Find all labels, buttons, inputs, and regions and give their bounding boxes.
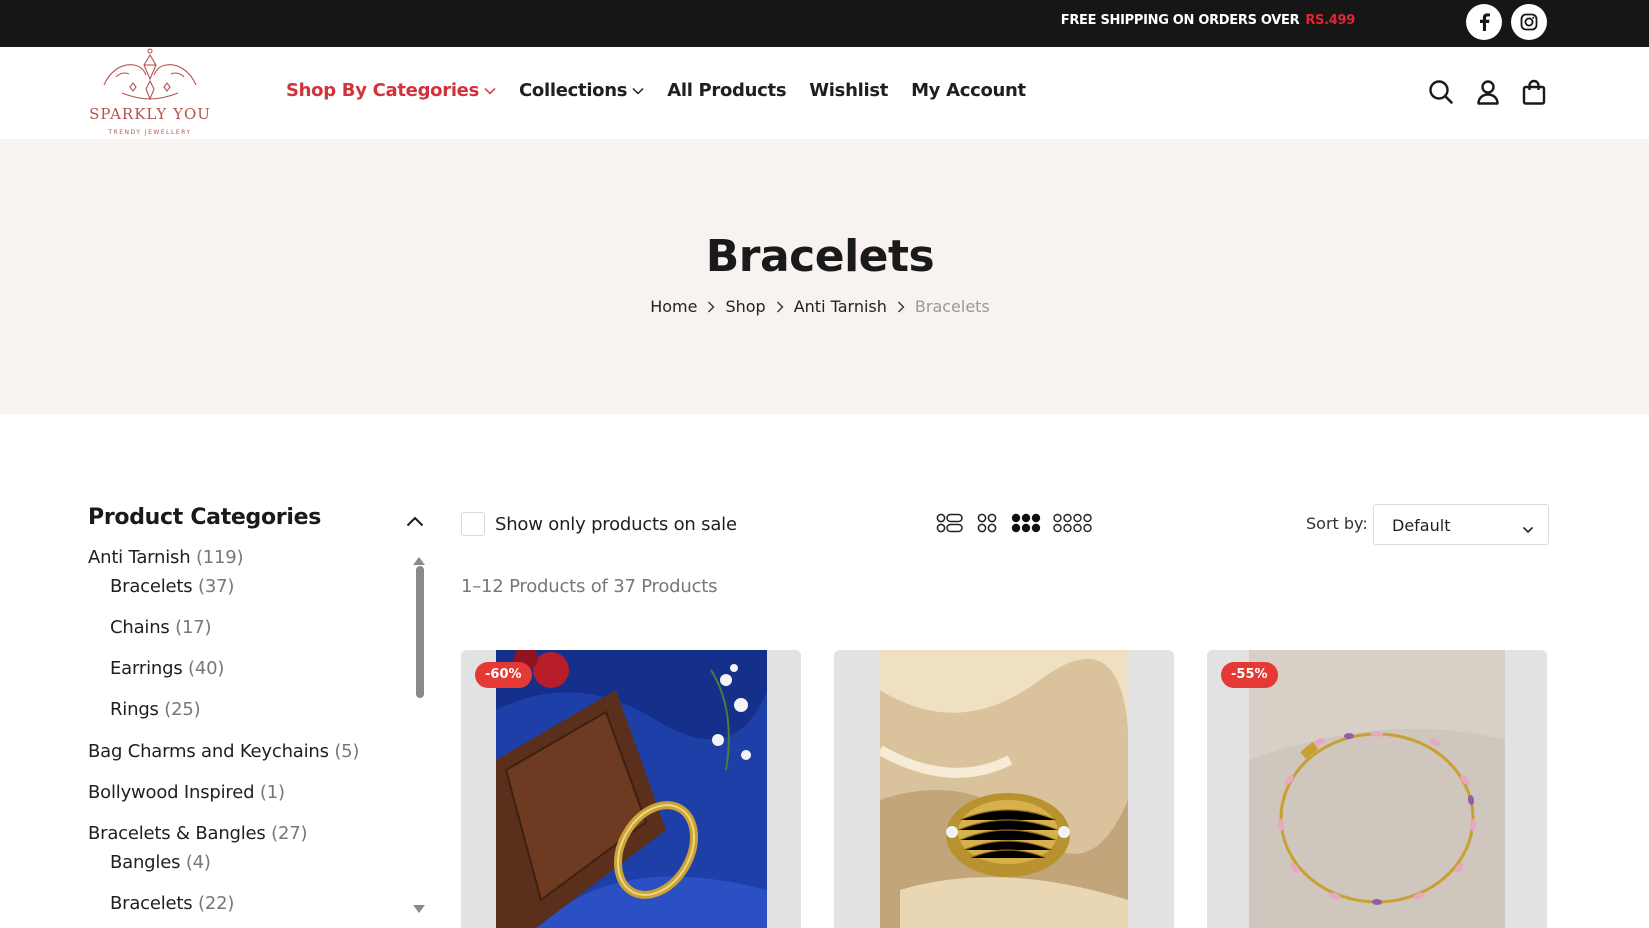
product-image[interactable] xyxy=(880,650,1128,928)
breadcrumb-home[interactable]: Home xyxy=(650,297,697,316)
sidebar-title: Product Categories xyxy=(88,505,322,530)
category-item[interactable]: Bracelets (37) xyxy=(110,576,234,597)
category-item[interactable]: Bollywood Inspired (1) xyxy=(88,782,285,803)
shipping-amount: RS.499 xyxy=(1305,13,1355,28)
nav-label: My Account xyxy=(911,80,1026,101)
shipping-notice: FREE SHIPPING ON ORDERS OVER RS.499 xyxy=(1060,13,1356,28)
chevron-right-icon xyxy=(897,301,905,313)
nav-collections[interactable]: Collections xyxy=(519,80,644,101)
nav-label: Shop By Categories xyxy=(286,80,480,101)
category-item[interactable]: Bracelets & Bangles (27) xyxy=(88,823,307,844)
nav-my-account[interactable]: My Account xyxy=(911,80,1026,101)
product-card[interactable] xyxy=(834,650,1174,928)
chevron-right-icon xyxy=(776,301,784,313)
grid-2-icon[interactable] xyxy=(976,511,998,535)
category-item[interactable]: Anti Tarnish (119) xyxy=(88,547,244,568)
site-header: SPARKLY YOU TRENDY JEWELLERY Shop By Cat… xyxy=(0,47,1649,139)
nav-label: Collections xyxy=(519,80,628,101)
category-item[interactable]: Bracelets (22) xyxy=(110,893,234,914)
nav-label: All Products xyxy=(667,80,787,101)
breadcrumb-anti-tarnish[interactable]: Anti Tarnish xyxy=(794,297,887,316)
discount-badge: -55% xyxy=(1221,662,1278,688)
nav-shop-by-categories[interactable]: Shop By Categories xyxy=(286,80,496,101)
discount-badge: -60% xyxy=(475,662,532,688)
chevron-right-icon xyxy=(707,301,715,313)
sort-value: Default xyxy=(1392,516,1451,535)
page-title: Bracelets xyxy=(705,231,935,282)
result-count: 1–12 Products of 37 Products xyxy=(461,576,718,597)
product-image[interactable] xyxy=(496,650,767,928)
logo-emblem-icon xyxy=(103,48,197,101)
category-sidebar: Product Categories Anti Tarnish (119) Br… xyxy=(88,500,433,928)
category-item[interactable]: Bag Charms and Keychains (5) xyxy=(88,741,359,762)
instagram-icon[interactable] xyxy=(1511,4,1547,40)
grid-4-icon[interactable] xyxy=(1053,511,1092,535)
logo-name: SPARKLY YOU xyxy=(89,105,211,123)
on-sale-label: Show only products on sale xyxy=(495,513,737,535)
bag-icon[interactable] xyxy=(1520,78,1548,106)
chevron-up-icon[interactable] xyxy=(406,512,424,531)
search-icon[interactable] xyxy=(1427,78,1455,106)
logo-tagline: TRENDY JEWELLERY xyxy=(108,129,192,136)
chevron-down-icon xyxy=(484,87,496,95)
page-hero: Bracelets Home Shop Anti Tarnish Bracele… xyxy=(0,139,1649,414)
chevron-down-icon xyxy=(1522,519,1534,538)
shipping-text: FREE SHIPPING ON ORDERS OVER xyxy=(1060,13,1300,28)
breadcrumb-shop[interactable]: Shop xyxy=(725,297,765,316)
on-sale-filter[interactable]: Show only products on sale xyxy=(461,512,737,536)
list-view-icon[interactable] xyxy=(936,511,964,535)
facebook-icon[interactable] xyxy=(1466,4,1502,40)
sort-label: Sort by: xyxy=(1306,514,1368,533)
product-card[interactable]: -55% xyxy=(1207,650,1547,928)
announcement-bar: FREE SHIPPING ON ORDERS OVER RS.499 xyxy=(0,0,1649,47)
user-icon[interactable] xyxy=(1474,78,1502,106)
breadcrumb-current: Bracelets xyxy=(914,297,990,316)
nav-wishlist[interactable]: Wishlist xyxy=(809,80,888,101)
scroll-down-arrow-icon[interactable] xyxy=(413,898,425,917)
breadcrumb: Home Shop Anti Tarnish Bracelets xyxy=(0,297,1640,316)
category-item[interactable]: Rings (25) xyxy=(110,699,201,720)
product-image[interactable] xyxy=(1249,650,1505,928)
sort-select[interactable]: Default xyxy=(1373,504,1549,545)
main-nav: Shop By Categories Collections All Produ… xyxy=(286,80,1049,101)
nav-all-products[interactable]: All Products xyxy=(667,80,786,101)
chevron-down-icon xyxy=(632,87,644,95)
on-sale-checkbox[interactable] xyxy=(461,512,485,536)
site-logo[interactable]: SPARKLY YOU TRENDY JEWELLERY xyxy=(86,47,214,139)
nav-label: Wishlist xyxy=(809,80,889,101)
category-item[interactable]: Bangles (4) xyxy=(110,852,211,873)
category-item[interactable]: Earrings (40) xyxy=(110,658,224,679)
category-item[interactable]: Chains (17) xyxy=(110,617,211,638)
grid-3-icon[interactable] xyxy=(1011,511,1041,535)
product-card[interactable]: -60% xyxy=(461,650,801,928)
scrollbar-thumb[interactable] xyxy=(416,566,424,698)
